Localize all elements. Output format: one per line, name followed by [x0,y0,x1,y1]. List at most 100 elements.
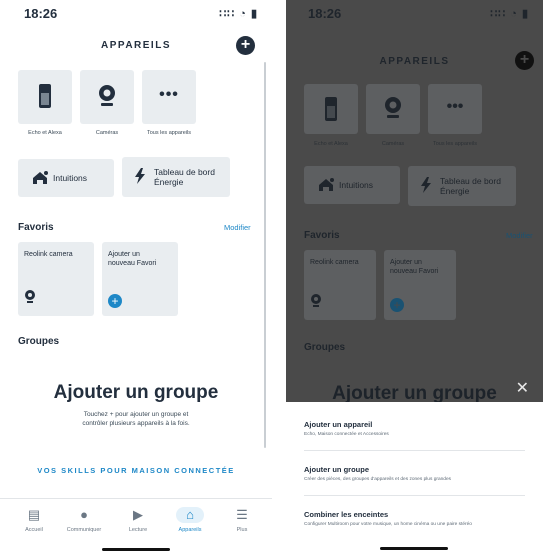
tab-play[interactable]: ▶ Lecture [118,507,158,533]
insights-button[interactable]: Intuitions [304,166,400,204]
add-group-desc-line1: Touchez + pour ajouter un groupe et [83,411,189,418]
speaker-icon [18,84,72,113]
category-echo-alexa[interactable] [304,84,358,134]
category-label: Tous les appareils [146,130,192,136]
favorite-reolink-camera[interactable]: Reolink camera [18,242,94,316]
groups-heading: Groupes [304,342,346,353]
add-menu-screen: 18:26 ∷∷ ◔ ▮ APPAREILS + Echo et Alexa C… [286,0,543,554]
status-bar: 18:26 ∷∷ ◔ ▮ [0,6,272,24]
bolt-icon [420,177,432,196]
option-description: Configurer Multiroom pour votre musique,… [304,522,472,527]
add-device-button[interactable]: + [236,36,255,55]
category-label: Caméras [381,141,405,147]
more-icon: ••• [446,98,464,115]
add-group-description: Touchez + pour ajouter un groupe et cont… [40,410,232,428]
home-indicator [102,548,170,551]
camera-icon [80,84,134,113]
favorite-reolink-camera[interactable]: Reolink camera [304,250,376,320]
category-all-devices[interactable]: ••• [142,70,196,124]
tab-devices[interactable]: ⌂ Appareils [170,507,210,533]
groups-heading: Groupes [18,336,60,347]
tab-label: Lecture [128,527,148,533]
modify-favorites-link[interactable]: Modifier [506,231,533,240]
energy-label: Tableau de bord Énergie [440,176,501,196]
add-options-sheet: Ajouter un appareil Echo, Maison connect… [286,402,543,554]
category-echo-alexa[interactable] [18,70,72,124]
add-favorite-card[interactable]: Ajouter un nouveau Favori + [384,250,456,320]
insights-icon [318,177,334,194]
add-favorite-line2: nouveau Favori [390,268,439,275]
tab-label: Communiquer [66,527,102,533]
favorite-label: Reolink camera [310,259,359,266]
option-title: Combiner les enceintes [304,510,389,519]
category-all-devices[interactable]: ••• [428,84,482,134]
camera-icon [366,96,420,125]
category-label: Tous les appareils [432,141,478,147]
status-time: 18:26 [24,6,58,21]
add-favorite-label: Ajouter un nouveau Favori [390,258,438,276]
bolt-icon [134,168,146,187]
smart-home-skills-link[interactable]: VOS SKILLS POUR MAISON CONNECTÉE [0,466,272,475]
energy-dashboard-button[interactable]: Tableau de bord Énergie [408,166,516,206]
page-title: APPAREILS [101,40,171,51]
plus-icon: + [519,51,530,68]
option-combine-speakers[interactable]: Combiner les enceintes Configurer Multir… [304,510,525,544]
add-favorite-card[interactable]: Ajouter un nouveau Favori + [102,242,178,316]
category-label: Echo et Alexa [314,141,348,147]
option-add-group[interactable]: Ajouter un groupe Créer des pièces, des … [304,465,525,496]
option-description: Echo, Maison connectée et Accessoires [304,432,389,437]
tab-label: Accueil [25,527,43,533]
camera-icon [310,293,322,310]
home-icon: ▤ [27,507,41,522]
add-device-button[interactable]: + [515,51,534,70]
add-group-desc-line2: contrôler plusieurs appareils à la fois. [82,420,190,427]
add-favorite-line1: Ajouter un [390,259,422,266]
category-cameras[interactable] [80,70,134,124]
tab-bar: ▤ Accueil ● Communiquer ▶ Lecture ⌂ Appa… [0,498,272,554]
status-icons: ∷∷ ◔ ▮ [490,8,529,20]
menu-icon: ☰ [236,507,248,522]
play-icon: ▶ [133,507,143,522]
insights-button[interactable]: Intuitions [18,159,114,197]
energy-label-line2: Énergie [440,186,470,196]
energy-label: Tableau de bord Énergie [154,167,215,187]
category-label: Caméras [95,130,119,136]
category-label: Echo et Alexa [28,130,62,136]
add-group-title: Ajouter un groupe [53,382,219,403]
insights-icon [32,170,48,187]
add-favorite-label: Ajouter un nouveau Favori [108,250,156,268]
page-title: APPAREILS [379,56,450,67]
favorites-heading: Favoris [18,222,54,233]
tab-label: Appareils [178,527,202,533]
modify-favorites-link[interactable]: Modifier [224,223,251,232]
energy-label-line1: Tableau de bord [154,167,215,177]
scrollbar[interactable] [264,62,266,448]
tab-label: Plus [236,527,248,533]
camera-icon [24,289,36,306]
status-icons: ∷∷ ◔ ▮ [219,8,258,20]
more-icon: ••• [159,86,179,103]
energy-label-line1: Tableau de bord [440,176,501,186]
option-title: Ajouter un groupe [304,465,369,474]
option-add-device[interactable]: Ajouter un appareil Echo, Maison connect… [304,420,525,451]
close-icon[interactable]: ✕ [516,378,529,398]
plus-icon: + [240,36,251,53]
tab-communicate[interactable]: ● Communiquer [64,507,104,533]
home-indicator [380,547,448,550]
category-cameras[interactable] [366,84,420,134]
tab-more[interactable]: ☰ Plus [222,507,262,533]
energy-dashboard-button[interactable]: Tableau de bord Énergie [122,157,230,197]
chat-bubble-icon: ● [80,507,88,522]
favorite-label: Reolink camera [24,251,73,258]
devices-house-icon: ⌂ [176,507,204,523]
add-favorite-line1: Ajouter un [108,251,140,258]
energy-label-line2: Énergie [154,177,184,187]
insights-label: Intuitions [53,173,88,183]
tab-home[interactable]: ▤ Accueil [14,507,54,533]
devices-screen: 18:26 ∷∷ ◔ ▮ APPAREILS + Echo et Alexa C… [0,0,272,554]
option-title: Ajouter un appareil [304,420,373,429]
status-time: 18:26 [308,6,342,21]
add-favorite-plus-icon: + [108,294,122,308]
add-favorite-line2: nouveau Favori [108,260,157,267]
add-favorite-plus-icon: + [390,298,404,312]
